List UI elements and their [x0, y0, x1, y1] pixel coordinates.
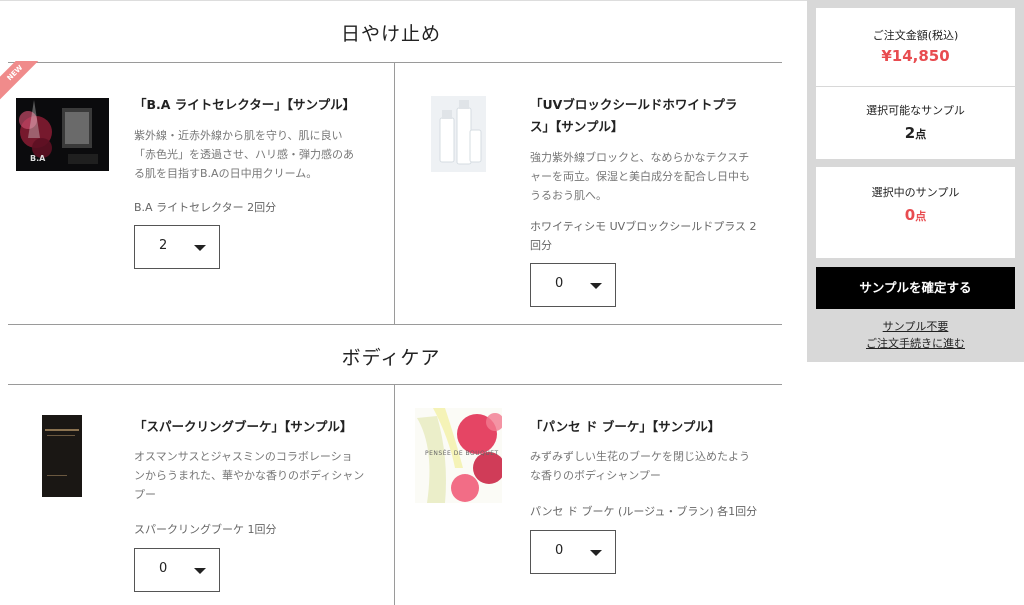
quantity-select[interactable]: 0 [530, 263, 616, 307]
section-title-sunscreen: 日やけ止め [340, 23, 441, 45]
product-name: 「UVブロックシールドホワイトプラ ス」【サンプル】 [530, 97, 738, 134]
caret-down-icon [590, 550, 602, 556]
product-image-uv-block-shield [431, 96, 486, 172]
sample-selection-main: 日やけ止め NEW B.A 「B.A ライトセレクター」【サンプル】 紫外線・近… [0, 0, 807, 605]
caret-down-icon [194, 568, 206, 574]
skip-samples-link[interactable]: サンプル不要 ご注文手続きに進む [816, 318, 1015, 352]
quantity-select[interactable]: 0 [530, 530, 616, 574]
selected-samples-card: 選択中のサンプル 0点 [816, 167, 1015, 258]
product-description: みずみずしい生花のブーケを閉じ込めたよう な香りのボディシャンプー [530, 450, 750, 482]
product-sample-note: B.A ライトセレクター 2回分 [134, 201, 277, 214]
product-image-ba-light-selector: B.A [16, 98, 109, 171]
confirm-samples-button[interactable]: サンプルを確定する [816, 267, 1015, 309]
product-image-pensee-de-bouquet: PENSÉE DE BOUQUET [415, 408, 502, 503]
divider [394, 384, 395, 605]
order-total-value: ¥14,850 [881, 47, 950, 65]
selected-samples-label: 選択中のサンプル [871, 186, 960, 199]
available-samples-count: 2点 [904, 124, 927, 142]
divider [8, 324, 782, 325]
new-badge: NEW [0, 61, 42, 103]
product-description: オスマンサスとジャスミンのコラボレーショ ンからうまれた、華やかな香りのボディシ… [134, 450, 365, 501]
section-title-body-care: ボディケア [341, 347, 441, 369]
product-sample-note: ホワイティシモ UVブロックシールドプラス 2 回分 [530, 220, 757, 252]
product-sample-note: スパークリングブーケ 1回分 [134, 523, 277, 536]
order-total-card: ご注文金額(税込) ¥14,850 [816, 8, 1015, 86]
product-description: 強力紫外線ブロックと、なめらかなテクスチ ャーを両立。保湿と美白成分を配合し日中… [530, 151, 750, 202]
divider [394, 62, 395, 324]
order-total-label: ご注文金額(税込) [872, 29, 959, 42]
available-samples-card: 選択可能なサンプル 2点 [816, 87, 1015, 159]
divider [8, 384, 782, 385]
quantity-select[interactable]: 2 [134, 225, 220, 269]
caret-down-icon [194, 245, 206, 251]
caret-down-icon [590, 283, 602, 289]
product-description: 紫外線・近赤外線から肌を守り、肌に良い 「赤色光」を透過させ、ハリ感・弾力感のあ… [134, 129, 354, 180]
selected-samples-count: 0点 [904, 206, 927, 224]
available-samples-label: 選択可能なサンプル [866, 104, 965, 117]
product-image-sparkling-bouquet [41, 415, 83, 497]
quantity-select[interactable]: 0 [134, 548, 220, 592]
product-name: 「スパークリングブーケ」【サンプル】 [134, 419, 353, 434]
product-name: 「パンセ ド ブーケ」【サンプル】 [530, 419, 721, 434]
product-sample-note: パンセ ド ブーケ (ルージュ・ブラン) 各1回分 [530, 505, 758, 518]
product-name: 「B.A ライトセレクター」【サンプル】 [134, 97, 356, 112]
divider [8, 62, 782, 63]
order-summary-sidebar: ご注文金額(税込) ¥14,850 選択可能なサンプル 2点 選択中のサンプル … [807, 0, 1024, 362]
